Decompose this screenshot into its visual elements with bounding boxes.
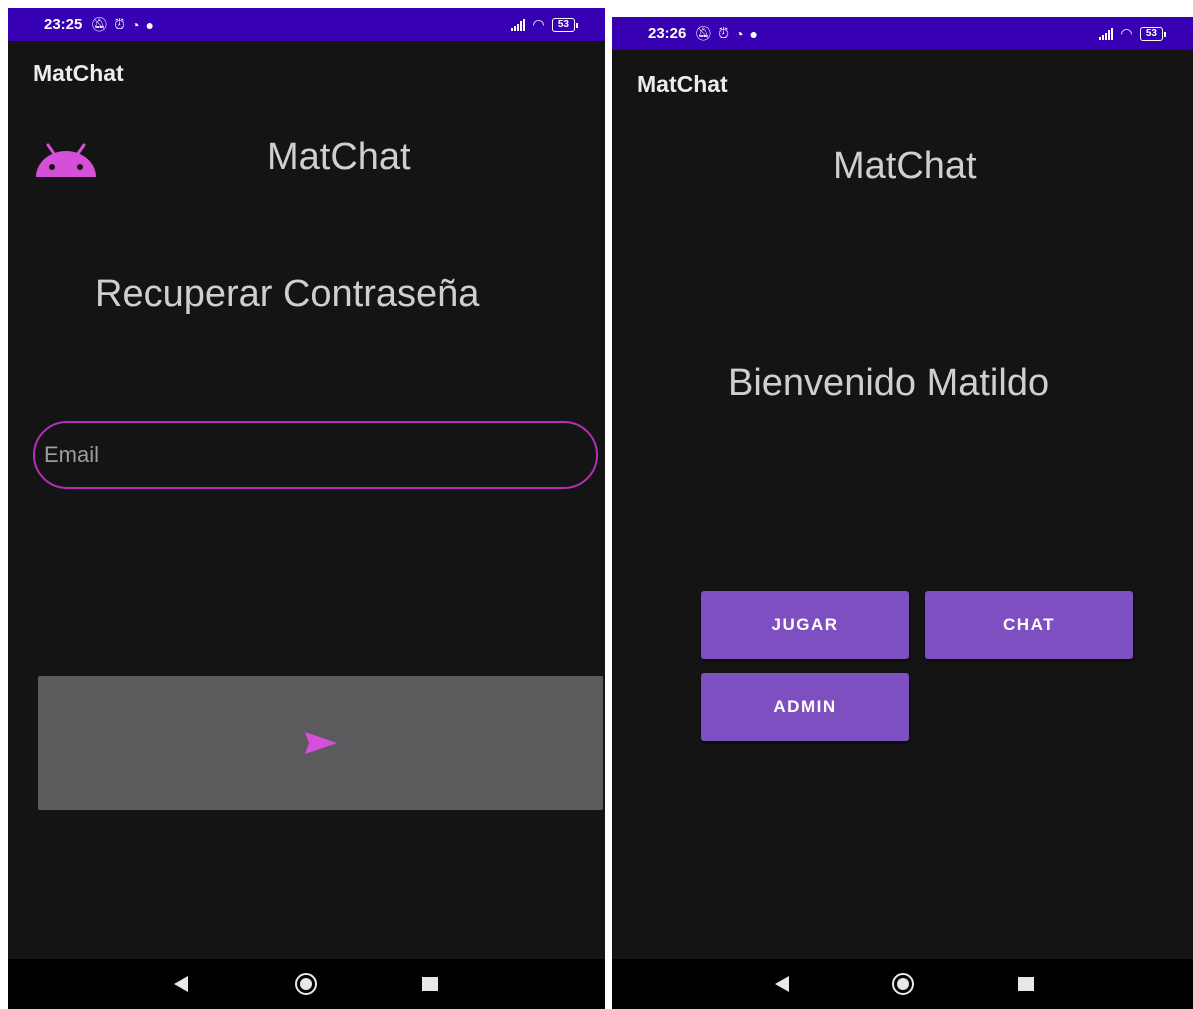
status-time: 23:26 xyxy=(648,25,687,42)
recover-password-screen: 23:25 🔕︎ ⏰︎ ◔ ● ◠ 53 MatChat MatChat Rec… xyxy=(8,8,605,1009)
app-bar-title: MatChat xyxy=(637,71,728,97)
home-icon xyxy=(892,973,914,995)
recents-icon xyxy=(422,977,438,991)
home-button[interactable] xyxy=(286,959,326,1009)
status-bar: 23:26 🔕︎ ⏰︎ ◔ ● ◠ 53 xyxy=(612,17,1193,50)
page-title: Recuperar Contraseña xyxy=(95,273,480,315)
back-icon xyxy=(174,976,188,992)
status-time: 23:25 xyxy=(44,16,83,33)
back-button[interactable] xyxy=(762,959,802,1009)
recents-icon xyxy=(1018,977,1034,991)
chat-button[interactable]: CHAT xyxy=(925,591,1133,659)
play-button[interactable]: JUGAR xyxy=(701,591,909,659)
wifi-icon: ◠ xyxy=(1121,25,1132,41)
home-button[interactable] xyxy=(883,959,923,1009)
wifi-icon: ◠ xyxy=(533,16,544,32)
welcome-screen: 23:26 🔕︎ ⏰︎ ◔ ● ◠ 53 MatChat MatChat Bie… xyxy=(612,17,1193,1009)
whatsapp-icon: ◔ xyxy=(131,16,140,33)
send-icon xyxy=(304,732,337,754)
recents-button[interactable] xyxy=(410,959,450,1009)
chat-bubble-icon: ● xyxy=(145,16,155,33)
whatsapp-icon: ◔ xyxy=(735,25,744,42)
signal-icon xyxy=(1099,27,1114,40)
recents-button[interactable] xyxy=(1006,959,1046,1009)
welcome-text: Bienvenido Matildo xyxy=(728,362,1050,404)
signal-icon xyxy=(511,18,526,31)
battery-icon: 53 xyxy=(1139,26,1167,41)
battery-icon: 53 xyxy=(551,17,579,32)
admin-button[interactable]: ADMIN xyxy=(701,673,909,741)
header-title: MatChat xyxy=(267,136,411,178)
email-field[interactable] xyxy=(33,421,598,489)
alarm-icon: ⏰︎ xyxy=(114,16,126,32)
alarm-icon: ⏰︎ xyxy=(718,25,730,41)
navigation-bar xyxy=(612,959,1193,1009)
android-icon xyxy=(36,143,96,177)
back-button[interactable] xyxy=(161,959,201,1009)
bell-off-icon: 🔕︎ xyxy=(90,16,109,32)
send-button[interactable] xyxy=(38,676,603,810)
navigation-bar xyxy=(8,959,605,1009)
app-bar-title: MatChat xyxy=(33,60,124,86)
home-icon xyxy=(295,973,317,995)
bell-off-icon: 🔕︎ xyxy=(694,25,713,41)
status-bar: 23:25 🔕︎ ⏰︎ ◔ ● ◠ 53 xyxy=(8,8,605,41)
chat-bubble-icon: ● xyxy=(749,25,759,42)
header-title: MatChat xyxy=(833,145,977,187)
back-icon xyxy=(775,976,789,992)
